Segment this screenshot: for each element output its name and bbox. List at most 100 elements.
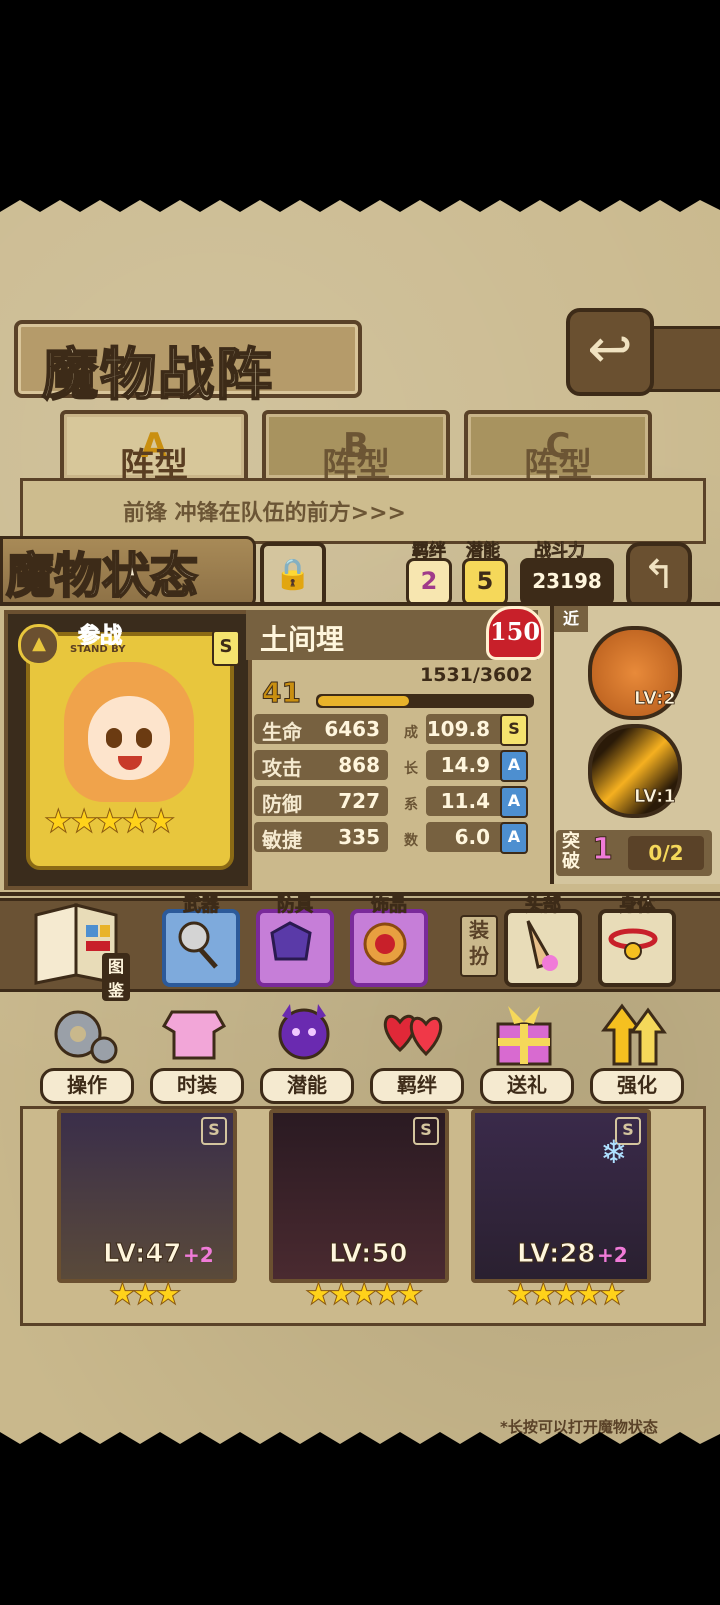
action-outfit[interactable]: 时装 [146,998,244,1104]
break-progress: 0/2 [628,836,704,870]
snowflake-icon: ❄ [600,1133,627,1171]
growth-value: 14.9 [440,753,490,777]
action-potential-label: 潜能 [260,1068,354,1104]
skills-column: 近 LV:2 LV:1 突破 1 0/2 [550,606,720,884]
screen-title: 魔物战阵 [41,341,274,409]
armor-label: 防具 [277,895,314,917]
roster-1-level: LV:47 [103,1239,183,1270]
growth-grade-badge: A [500,750,528,782]
action-gift-label: 送礼 [480,1068,574,1104]
action-operate-label: 操作 [40,1068,134,1104]
lock-icon: 🔒 [274,557,312,592]
portrait-mouth [118,756,142,770]
roster-3-stars: ★★★★★ [506,1277,626,1313]
accessory-slot[interactable]: 饰品 [350,895,428,987]
book-label: 图鉴 [102,953,131,1001]
body-slot[interactable]: 身体 [598,895,676,987]
lock-button[interactable]: 🔒 [260,542,326,608]
skill-2-level: LV:1 [634,786,677,808]
tab-formation-b[interactable]: 阵型 B [262,410,450,486]
monster-name: 土间埋 [260,623,345,656]
bond-hearts-icon [383,1014,443,1057]
action-potential[interactable]: 潜能 [256,998,354,1104]
monster-status-panel: ▲ 参战 STAND BY S ★★★★★ 土间埋 150 41 1531/36… [0,602,720,896]
bond-value: 2 [406,558,452,606]
upgrade-arrows-icon [601,1003,667,1066]
growth-char-2: 长 [404,761,418,777]
roster-2-stars: ★★★★★ [304,1277,424,1313]
growth-grade-badge: S [500,714,528,746]
action-bond[interactable]: 羁绊 [366,998,464,1104]
action-operate[interactable]: 操作 [36,998,134,1104]
growth-char-3: 系 [404,797,418,813]
roster-monster-1[interactable]: S LV:47 +2 ★★★ [57,1109,237,1313]
roster-1-rank: S [201,1117,227,1145]
break-label: 突破 [562,831,580,872]
weapon-icon [178,921,218,969]
action-upgrade[interactable]: 强化 [586,998,684,1104]
cone-hat-icon [526,920,558,971]
portrait-eye-right [136,728,152,748]
roster-monster-3[interactable]: S LV:28 +2 ★★★★★ ❄ [471,1109,651,1313]
roster-2-rank: S [413,1117,439,1145]
potential-demon-icon [278,1004,330,1060]
potential-value: 5 [462,558,508,606]
back-arrow-icon: ↩ [587,317,633,380]
growth-grade-badge: A [500,786,528,818]
armor-slot[interactable]: 防具 [256,895,334,987]
monster-card[interactable]: ▲ 参战 STAND BY S ★★★★★ [4,610,252,890]
accessory-icon [363,922,407,966]
stat-value: 868 [338,753,380,777]
dress-label: 装扮 [460,915,498,977]
back-button[interactable]: ↩ [566,308,654,396]
max-level-heart-badge: 150 [486,606,544,660]
status-title: 魔物状态 [5,547,199,605]
growth-char-1: 成 [404,725,418,741]
roster-2-level: LV:50 [329,1239,409,1270]
stat-value: 335 [338,825,380,849]
rank-badge: S [212,630,240,666]
roster-monster-2[interactable]: S LV:50 ★★★★★ [269,1109,449,1313]
action-bar: 操作 时装 潜能 羁绊 送礼 强化 [0,998,720,1108]
exp-bar-fill [318,696,409,706]
weapon-slot[interactable]: 武器 [162,895,240,987]
encyclopedia-button[interactable]: 图鉴 [30,895,131,1001]
gift-icon [496,1006,552,1066]
close-status-button[interactable]: ↰ [626,542,692,610]
body-label: 身体 [619,895,656,917]
equipment-bar: 图鉴 武器 防具 饰品 装扮 头部 身体 [0,895,720,1001]
standby-sub-label: STAND BY [70,644,126,655]
weapon-label: 武器 [183,895,220,917]
monster-portrait [64,662,194,802]
exp-text: 1531/3602 [420,664,533,686]
portrait-eye-left [106,728,122,748]
top-torn-edge [0,198,720,212]
action-upgrade-label: 强化 [590,1068,684,1104]
game-screen: 魔物战阵 ↩ 阵型 A 阵型 B 阵型 C 前锋 冲锋在队伍的前方>>> 魔物状… [0,198,720,1446]
monster-level: 41 [262,676,302,710]
growth-value: 11.4 [440,789,490,813]
card-stars: ★★★★★ [43,802,175,841]
roster-3-level: LV:28 [517,1239,597,1270]
head-slot[interactable]: 头部 [504,895,582,987]
tab-formation-c[interactable]: 阵型 C [464,410,652,486]
return-arrow-icon: ↰ [642,552,676,598]
formation-hint-row: 前锋 冲锋在队伍的前方>>> [20,478,706,544]
class-icon: ▲ [18,624,60,666]
bottom-torn-edge [0,1432,720,1446]
stat-value: 727 [338,789,380,813]
roster-panel: S LV:47 +2 ★★★ S LV:50 ★★★★★ S LV:28 +2 … [20,1106,706,1326]
stat-value: 6463 [324,717,380,741]
outfit-icon [161,1010,227,1060]
growth-grade-badge: A [500,822,528,854]
title-banner: 魔物战阵 [14,320,362,409]
tab-formation-a[interactable]: 阵型 A [60,410,248,486]
roster-1-stars: ★★★ [109,1277,183,1313]
roster-1-plus: +2 [183,1243,214,1267]
portrait-face [88,696,170,780]
action-outfit-label: 时装 [150,1068,244,1104]
power-value: 23198 [520,558,614,606]
range-tag: 近 [554,606,588,632]
formation-hint: 前锋 冲锋在队伍的前方>>> [123,501,406,526]
action-gift[interactable]: 送礼 [476,998,574,1104]
